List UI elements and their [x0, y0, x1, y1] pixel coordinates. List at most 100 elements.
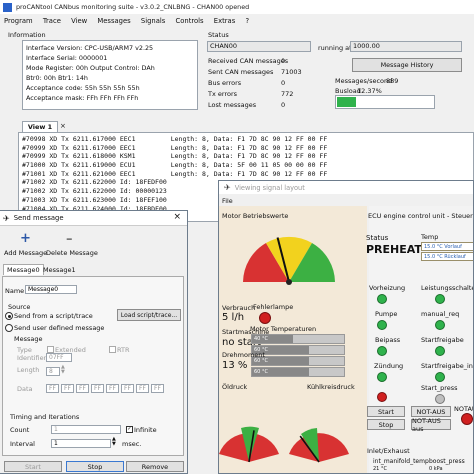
stat-lost-value: 0	[281, 101, 286, 109]
trace-row[interactable]: #71001 XD Tx 6211.621000 EEC1 Length: 8,…	[22, 170, 473, 179]
temp-vorlauf: 15.0 °C Vorlauf	[421, 242, 473, 251]
add-message-icon[interactable]: +	[20, 231, 31, 246]
signal-file-menu[interactable]: File	[222, 197, 233, 205]
message-history-button[interactable]: Message History	[352, 58, 462, 72]
radio-script-label[interactable]: Send from a script/trace	[14, 312, 93, 320]
busload-bar	[335, 95, 435, 109]
delete-message-icon[interactable]: –	[66, 232, 73, 247]
trace-row[interactable]: #70999 XD Tx 6211.618000 KSM1 Length: 8,…	[22, 152, 473, 161]
busload-bar-fill	[337, 97, 357, 107]
signal-stop-button[interactable]: Stop	[367, 419, 405, 430]
motor-label: Motor Betriebswerte	[222, 212, 289, 220]
inlet-label: Inlet/Exhaust	[367, 447, 410, 455]
view-tab-close-icon[interactable]: ×	[60, 122, 66, 130]
count-label: Count	[10, 426, 30, 434]
interval-spin-icon[interactable]: ▲ ▼	[112, 437, 116, 447]
kuehlkreis-label: Kühlkreisdruck	[307, 383, 355, 391]
data-byte-field[interactable]	[76, 384, 89, 393]
ecu-label: ECU engine control unit - Steuergerät	[368, 212, 473, 220]
data-byte-field[interactable]	[121, 384, 134, 393]
send-start-button[interactable]: Start	[4, 461, 62, 472]
led-beipass	[377, 346, 387, 356]
info-line: Interface Version: CPC-USB/ARM7 v2.25	[26, 44, 154, 52]
msec-label: msec.	[122, 440, 142, 448]
inlet-right-value: 0 kPa	[429, 466, 443, 472]
temp-bar: 60 °C	[251, 345, 345, 355]
send-message-window: ✈ Send message × + Add Message – Delete …	[0, 210, 188, 474]
data-byte-field[interactable]	[151, 384, 164, 393]
length-field[interactable]	[46, 367, 60, 376]
signal-layout-window: ✈ Viewing signal layout File Motor Betri…	[218, 180, 474, 474]
menu-messages[interactable]: Messages	[97, 17, 130, 25]
data-byte-field[interactable]	[91, 384, 104, 393]
ecu-pane: ECU engine control unit - Steuergerät St…	[366, 206, 473, 473]
trace-row[interactable]: #70998 XD Tx 6211.617000 EEC1 Length: 8,…	[22, 135, 473, 144]
send-title: Send message	[13, 214, 64, 222]
led-startfreigabe-input	[435, 372, 445, 382]
tab-message1[interactable]: Message1	[40, 265, 79, 275]
motor-pane: Motor Betriebswerte Verbrauch 5 l/h Fehl…	[219, 206, 367, 473]
stat-sent-value: 71003	[281, 68, 302, 76]
led-pumpe	[377, 320, 387, 330]
oeldruck-label: Öldruck	[222, 383, 248, 391]
stat-bus-errors-value: 0	[281, 79, 286, 87]
mps-value: 889	[386, 77, 399, 85]
main-menubar: Program Trace View Messages Signals Cont…	[4, 17, 257, 25]
count-field[interactable]	[51, 425, 121, 434]
temp-bar-label: 60 °C	[254, 369, 268, 375]
rtr-checkbox[interactable]	[109, 346, 116, 353]
led-label: Startfreigabe	[421, 336, 464, 344]
data-byte-field[interactable]	[106, 384, 119, 393]
send-remove-button[interactable]: Remove	[126, 461, 184, 472]
notaus-aus-button[interactable]: NOT-AUS aus	[411, 417, 451, 433]
trace-row[interactable]: #70999 XD Tx 6211.617000 EEC1 Length: 8,…	[22, 144, 473, 153]
radio-dot	[7, 314, 11, 318]
send-close-icon[interactable]: ×	[173, 212, 181, 222]
menu-help[interactable]: ?	[245, 17, 249, 25]
interval-field[interactable]	[51, 439, 111, 448]
infinite-checkbox[interactable]: ✓	[126, 426, 133, 433]
identifier-label: Identifier	[17, 354, 47, 362]
tab-message0[interactable]: Message0	[3, 264, 44, 275]
stat-lost-label: Lost messages	[208, 101, 257, 109]
led-vorheizung	[377, 294, 387, 304]
radio-user-label[interactable]: Send user defined message	[14, 324, 104, 332]
rtr-label: RTR	[117, 346, 130, 354]
delete-message-label[interactable]: Delete Message	[46, 249, 98, 257]
add-message-label[interactable]: Add Message	[4, 249, 47, 257]
running-value: 1000.00	[350, 41, 462, 52]
radio-user-icon[interactable]	[5, 324, 13, 332]
notaus-button[interactable]: NOT-AUS	[411, 406, 451, 417]
verbrauch-label: Verbrauch	[222, 304, 256, 312]
radio-script-icon[interactable]	[5, 312, 13, 320]
tab-message1-label: Message1	[43, 266, 76, 274]
menu-program[interactable]: Program	[4, 17, 33, 25]
trace-row[interactable]: #71000 XD Tx 6211.619000 ECU1 Length: 8,…	[22, 161, 473, 170]
signal-start-button[interactable]: Start	[367, 406, 405, 417]
menu-controls[interactable]: Controls	[175, 17, 203, 25]
motortemp-label: Motor Temperaturen	[250, 325, 317, 333]
verbrauch-value: 5 l/h	[222, 312, 245, 323]
status-value: PREHEAT	[366, 243, 422, 256]
data-byte-field[interactable]	[136, 384, 149, 393]
led-zuendung	[377, 372, 387, 382]
length-spin-icon[interactable]: ▲ ▼	[61, 365, 65, 375]
menu-view[interactable]: View	[71, 17, 87, 25]
temp-title: Temp	[421, 233, 439, 241]
data-byte-field[interactable]	[46, 384, 59, 393]
extended-checkbox[interactable]	[47, 346, 54, 353]
menu-signals[interactable]: Signals	[141, 17, 165, 25]
interval-label: Interval	[10, 440, 35, 448]
identifier-field[interactable]	[46, 353, 72, 362]
load-script-button[interactable]: Load script/trace...	[117, 309, 181, 321]
temp-bar: 60 °C	[251, 356, 345, 366]
menu-trace[interactable]: Trace	[43, 17, 61, 25]
inlet-left-value: 21 °C	[373, 466, 387, 472]
notaus-led	[461, 413, 473, 425]
led-label: Vorheizung	[369, 284, 406, 292]
menu-extras[interactable]: Extras	[214, 17, 235, 25]
send-stop-button[interactable]: Stop	[66, 461, 124, 472]
name-field[interactable]	[25, 285, 77, 294]
data-byte-field[interactable]	[61, 384, 74, 393]
info-line: Acceptance code: 55h 55h 55h 55h	[26, 84, 140, 92]
